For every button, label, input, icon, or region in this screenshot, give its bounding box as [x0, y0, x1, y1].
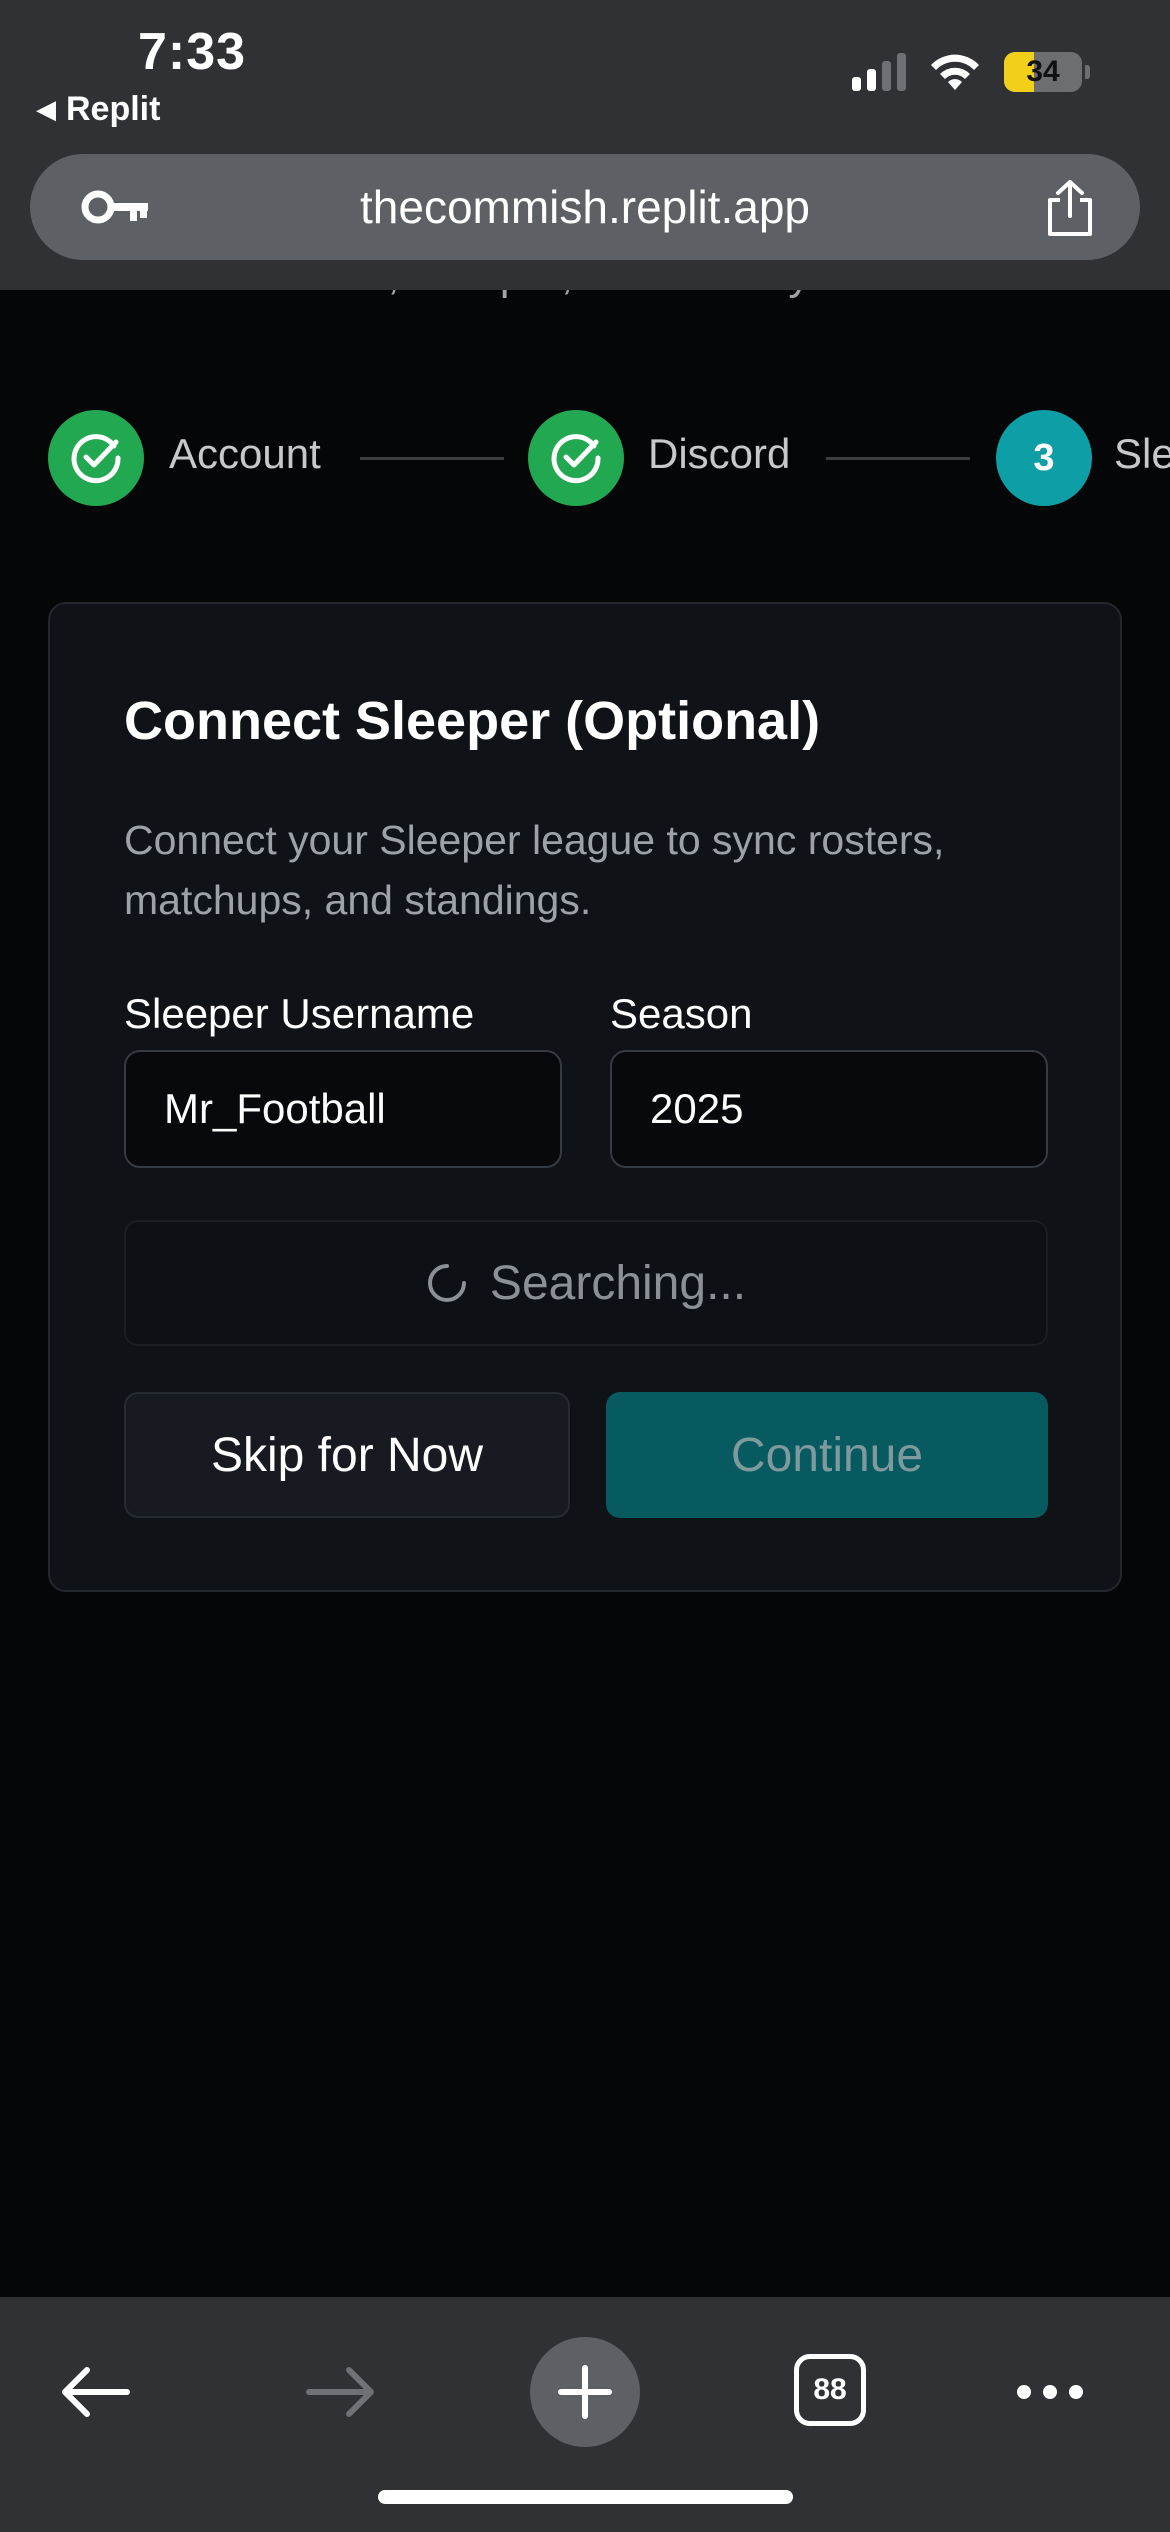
- username-input[interactable]: Mr_Football: [124, 1050, 562, 1168]
- more-options-icon[interactable]: [1010, 2327, 1090, 2457]
- step-discord-check-icon: [528, 410, 624, 506]
- continue-button[interactable]: Continue: [606, 1392, 1048, 1518]
- back-triangle-icon: ◀: [36, 94, 56, 124]
- battery-icon: 34: [1004, 52, 1090, 92]
- status-icons: 34: [852, 52, 1090, 92]
- username-label: Sleeper Username: [124, 990, 475, 1037]
- tabs-count-button[interactable]: 88: [794, 2354, 866, 2426]
- cellular-signal-icon: [852, 53, 906, 91]
- connect-sleeper-card: Connect Sleeper (Optional) Connect your …: [48, 602, 1122, 1592]
- search-status-label: Searching...: [489, 1256, 747, 1310]
- card-title: Connect Sleeper (Optional): [124, 691, 821, 751]
- season-input[interactable]: 2025: [610, 1050, 1048, 1168]
- key-icon[interactable]: [80, 187, 150, 227]
- search-button[interactable]: Searching...: [124, 1220, 1048, 1346]
- screen: Connect Discord, Sleeper, and index your…: [0, 0, 1170, 2532]
- status-time: 7:33: [138, 23, 247, 81]
- battery-level: 34: [1026, 55, 1060, 88]
- forward-arrow-icon[interactable]: [296, 2327, 386, 2457]
- back-arrow-icon[interactable]: [50, 2327, 140, 2457]
- step-label-sleeper: Sleeper: [1114, 430, 1170, 477]
- onboarding-stepper: Account Discord 3 Sleeper: [48, 410, 1170, 506]
- step-sleeper-number: 3: [996, 410, 1092, 506]
- back-to-app-link[interactable]: ◀ Replit: [36, 90, 160, 129]
- share-icon[interactable]: [1042, 178, 1098, 238]
- step-label-account: Account: [169, 430, 321, 477]
- step-account-check-icon: [48, 410, 144, 506]
- new-tab-button[interactable]: [530, 2327, 640, 2457]
- step-connector: [826, 457, 970, 460]
- season-label: Season: [610, 990, 753, 1037]
- plus-icon: [558, 2365, 612, 2419]
- url-text: thecommish.replit.app: [360, 181, 810, 233]
- back-app-label: Replit: [66, 90, 161, 128]
- address-bar[interactable]: thecommish.replit.app: [30, 154, 1140, 260]
- browser-top-bar: 7:33 ◀ Replit 34 thecommish.replit.app: [0, 0, 1170, 290]
- step-label-discord: Discord: [648, 430, 791, 477]
- card-description: Connect your Sleeper league to sync rost…: [124, 817, 945, 923]
- skip-button[interactable]: Skip for Now: [124, 1392, 570, 1518]
- home-indicator[interactable]: [378, 2490, 793, 2504]
- wifi-icon: [931, 54, 979, 90]
- step-connector: [360, 457, 504, 460]
- loading-spinner-icon: [427, 1264, 466, 1302]
